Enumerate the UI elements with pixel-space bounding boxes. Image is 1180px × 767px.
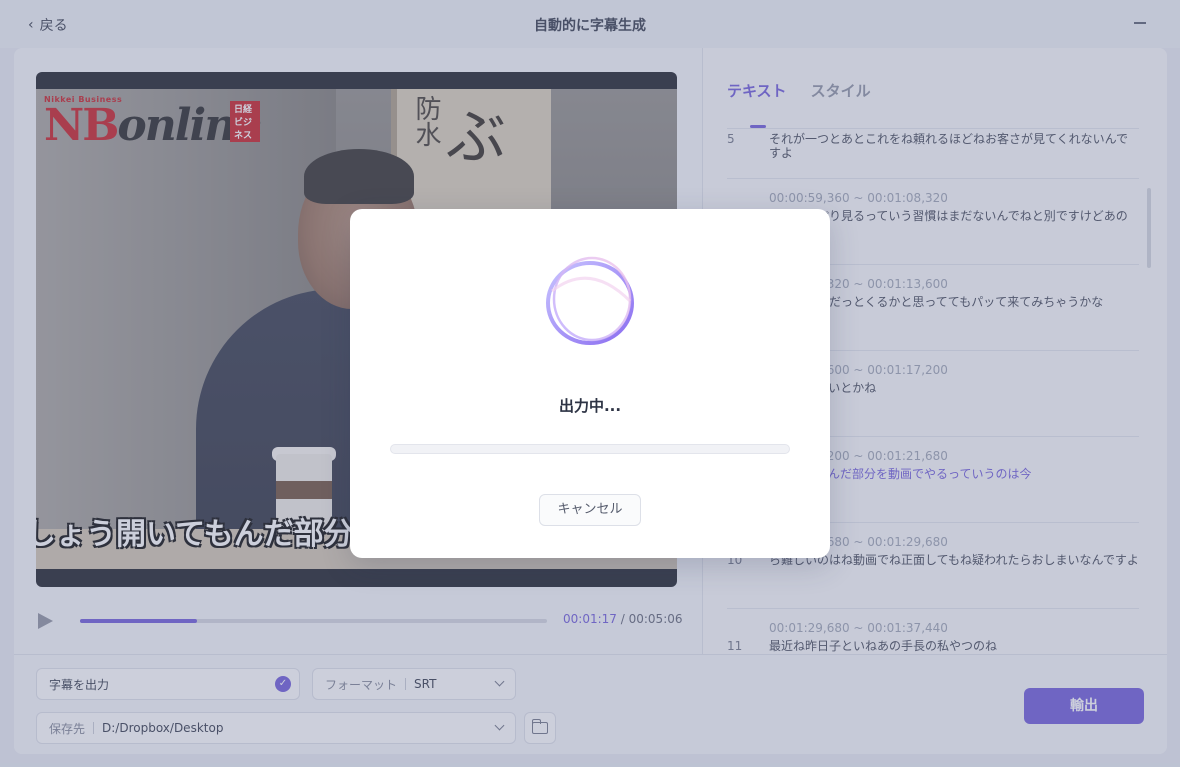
export-progress-bar <box>390 444 790 454</box>
dialog-title: 出力中... <box>558 397 622 415</box>
loading-spinner-icon <box>546 256 634 345</box>
export-progress-dialog: 出力中... キャンセル <box>350 209 830 558</box>
cancel-button[interactable]: キャンセル <box>539 494 641 526</box>
